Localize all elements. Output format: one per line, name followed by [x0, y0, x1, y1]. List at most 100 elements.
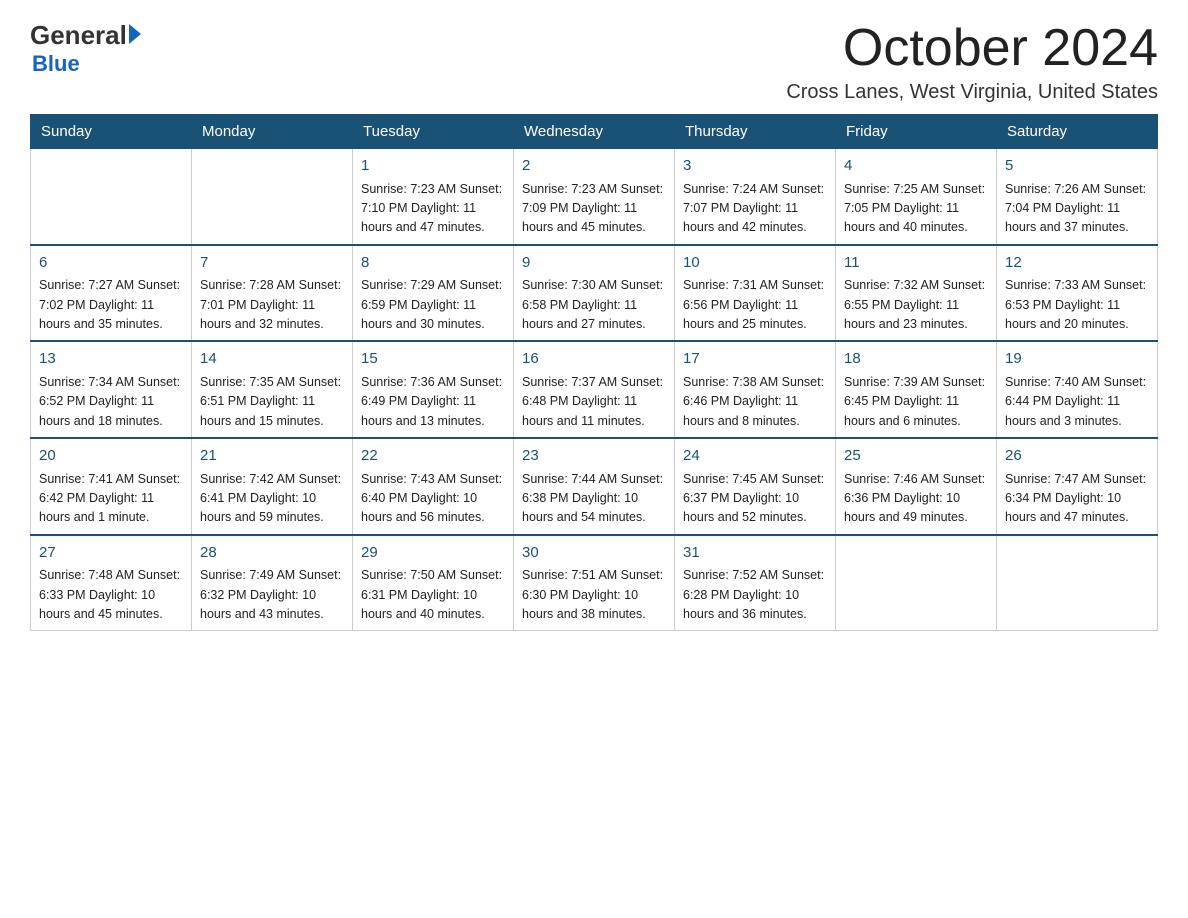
col-header-thursday: Thursday	[675, 115, 836, 149]
day-number: 25	[844, 445, 988, 468]
day-info: Sunrise: 7:41 AM Sunset: 6:42 PM Dayligh…	[39, 470, 183, 528]
table-row	[997, 535, 1158, 631]
day-number: 17	[683, 348, 827, 371]
day-info: Sunrise: 7:50 AM Sunset: 6:31 PM Dayligh…	[361, 566, 505, 624]
col-header-wednesday: Wednesday	[514, 115, 675, 149]
calendar-week-row: 20Sunrise: 7:41 AM Sunset: 6:42 PM Dayli…	[31, 438, 1158, 535]
table-row: 12Sunrise: 7:33 AM Sunset: 6:53 PM Dayli…	[997, 245, 1158, 342]
day-number: 22	[361, 445, 505, 468]
day-number: 16	[522, 348, 666, 371]
col-header-saturday: Saturday	[997, 115, 1158, 149]
day-info: Sunrise: 7:35 AM Sunset: 6:51 PM Dayligh…	[200, 373, 344, 431]
day-number: 3	[683, 155, 827, 178]
day-info: Sunrise: 7:52 AM Sunset: 6:28 PM Dayligh…	[683, 566, 827, 624]
table-row: 7Sunrise: 7:28 AM Sunset: 7:01 PM Daylig…	[192, 245, 353, 342]
day-info: Sunrise: 7:46 AM Sunset: 6:36 PM Dayligh…	[844, 470, 988, 528]
table-row	[192, 149, 353, 245]
logo: General Blue	[30, 20, 141, 77]
table-row: 8Sunrise: 7:29 AM Sunset: 6:59 PM Daylig…	[353, 245, 514, 342]
day-number: 7	[200, 252, 344, 275]
day-number: 31	[683, 542, 827, 565]
day-number: 15	[361, 348, 505, 371]
calendar-week-row: 27Sunrise: 7:48 AM Sunset: 6:33 PM Dayli…	[31, 535, 1158, 631]
day-info: Sunrise: 7:30 AM Sunset: 6:58 PM Dayligh…	[522, 276, 666, 334]
col-header-tuesday: Tuesday	[353, 115, 514, 149]
table-row: 21Sunrise: 7:42 AM Sunset: 6:41 PM Dayli…	[192, 438, 353, 535]
table-row: 25Sunrise: 7:46 AM Sunset: 6:36 PM Dayli…	[836, 438, 997, 535]
day-info: Sunrise: 7:42 AM Sunset: 6:41 PM Dayligh…	[200, 470, 344, 528]
day-info: Sunrise: 7:25 AM Sunset: 7:05 PM Dayligh…	[844, 180, 988, 238]
day-info: Sunrise: 7:49 AM Sunset: 6:32 PM Dayligh…	[200, 566, 344, 624]
table-row: 22Sunrise: 7:43 AM Sunset: 6:40 PM Dayli…	[353, 438, 514, 535]
table-row: 9Sunrise: 7:30 AM Sunset: 6:58 PM Daylig…	[514, 245, 675, 342]
day-info: Sunrise: 7:23 AM Sunset: 7:10 PM Dayligh…	[361, 180, 505, 238]
table-row: 20Sunrise: 7:41 AM Sunset: 6:42 PM Dayli…	[31, 438, 192, 535]
table-row: 26Sunrise: 7:47 AM Sunset: 6:34 PM Dayli…	[997, 438, 1158, 535]
day-number: 14	[200, 348, 344, 371]
table-row: 15Sunrise: 7:36 AM Sunset: 6:49 PM Dayli…	[353, 341, 514, 438]
table-row: 3Sunrise: 7:24 AM Sunset: 7:07 PM Daylig…	[675, 149, 836, 245]
day-number: 20	[39, 445, 183, 468]
table-row: 10Sunrise: 7:31 AM Sunset: 6:56 PM Dayli…	[675, 245, 836, 342]
day-info: Sunrise: 7:37 AM Sunset: 6:48 PM Dayligh…	[522, 373, 666, 431]
table-row: 14Sunrise: 7:35 AM Sunset: 6:51 PM Dayli…	[192, 341, 353, 438]
table-row: 18Sunrise: 7:39 AM Sunset: 6:45 PM Dayli…	[836, 341, 997, 438]
day-number: 2	[522, 155, 666, 178]
table-row: 6Sunrise: 7:27 AM Sunset: 7:02 PM Daylig…	[31, 245, 192, 342]
day-info: Sunrise: 7:51 AM Sunset: 6:30 PM Dayligh…	[522, 566, 666, 624]
day-info: Sunrise: 7:34 AM Sunset: 6:52 PM Dayligh…	[39, 373, 183, 431]
day-info: Sunrise: 7:29 AM Sunset: 6:59 PM Dayligh…	[361, 276, 505, 334]
logo-arrow-icon	[129, 24, 141, 44]
table-row: 4Sunrise: 7:25 AM Sunset: 7:05 PM Daylig…	[836, 149, 997, 245]
table-row: 13Sunrise: 7:34 AM Sunset: 6:52 PM Dayli…	[31, 341, 192, 438]
day-number: 1	[361, 155, 505, 178]
col-header-friday: Friday	[836, 115, 997, 149]
day-number: 13	[39, 348, 183, 371]
calendar-header-row: Sunday Monday Tuesday Wednesday Thursday…	[31, 115, 1158, 149]
day-number: 10	[683, 252, 827, 275]
day-number: 30	[522, 542, 666, 565]
table-row: 17Sunrise: 7:38 AM Sunset: 6:46 PM Dayli…	[675, 341, 836, 438]
day-info: Sunrise: 7:38 AM Sunset: 6:46 PM Dayligh…	[683, 373, 827, 431]
page-header: General Blue October 2024 Cross Lanes, W…	[30, 20, 1158, 104]
day-number: 5	[1005, 155, 1149, 178]
table-row: 23Sunrise: 7:44 AM Sunset: 6:38 PM Dayli…	[514, 438, 675, 535]
calendar-week-row: 13Sunrise: 7:34 AM Sunset: 6:52 PM Dayli…	[31, 341, 1158, 438]
day-info: Sunrise: 7:43 AM Sunset: 6:40 PM Dayligh…	[361, 470, 505, 528]
logo-general-text: General	[30, 20, 127, 51]
table-row	[836, 535, 997, 631]
day-number: 4	[844, 155, 988, 178]
month-title: October 2024	[786, 20, 1158, 77]
table-row: 2Sunrise: 7:23 AM Sunset: 7:09 PM Daylig…	[514, 149, 675, 245]
day-info: Sunrise: 7:36 AM Sunset: 6:49 PM Dayligh…	[361, 373, 505, 431]
col-header-monday: Monday	[192, 115, 353, 149]
table-row: 31Sunrise: 7:52 AM Sunset: 6:28 PM Dayli…	[675, 535, 836, 631]
table-row: 19Sunrise: 7:40 AM Sunset: 6:44 PM Dayli…	[997, 341, 1158, 438]
logo-blue-text: Blue	[32, 51, 141, 77]
day-info: Sunrise: 7:24 AM Sunset: 7:07 PM Dayligh…	[683, 180, 827, 238]
day-info: Sunrise: 7:33 AM Sunset: 6:53 PM Dayligh…	[1005, 276, 1149, 334]
day-number: 26	[1005, 445, 1149, 468]
day-info: Sunrise: 7:45 AM Sunset: 6:37 PM Dayligh…	[683, 470, 827, 528]
table-row: 11Sunrise: 7:32 AM Sunset: 6:55 PM Dayli…	[836, 245, 997, 342]
day-info: Sunrise: 7:40 AM Sunset: 6:44 PM Dayligh…	[1005, 373, 1149, 431]
day-info: Sunrise: 7:44 AM Sunset: 6:38 PM Dayligh…	[522, 470, 666, 528]
table-row	[31, 149, 192, 245]
day-number: 23	[522, 445, 666, 468]
day-number: 9	[522, 252, 666, 275]
calendar-week-row: 6Sunrise: 7:27 AM Sunset: 7:02 PM Daylig…	[31, 245, 1158, 342]
day-number: 28	[200, 542, 344, 565]
table-row: 29Sunrise: 7:50 AM Sunset: 6:31 PM Dayli…	[353, 535, 514, 631]
day-info: Sunrise: 7:31 AM Sunset: 6:56 PM Dayligh…	[683, 276, 827, 334]
table-row: 1Sunrise: 7:23 AM Sunset: 7:10 PM Daylig…	[353, 149, 514, 245]
day-info: Sunrise: 7:48 AM Sunset: 6:33 PM Dayligh…	[39, 566, 183, 624]
day-number: 11	[844, 252, 988, 275]
table-row: 5Sunrise: 7:26 AM Sunset: 7:04 PM Daylig…	[997, 149, 1158, 245]
day-info: Sunrise: 7:27 AM Sunset: 7:02 PM Dayligh…	[39, 276, 183, 334]
table-row: 16Sunrise: 7:37 AM Sunset: 6:48 PM Dayli…	[514, 341, 675, 438]
day-number: 6	[39, 252, 183, 275]
day-number: 18	[844, 348, 988, 371]
day-number: 29	[361, 542, 505, 565]
day-number: 8	[361, 252, 505, 275]
day-number: 27	[39, 542, 183, 565]
